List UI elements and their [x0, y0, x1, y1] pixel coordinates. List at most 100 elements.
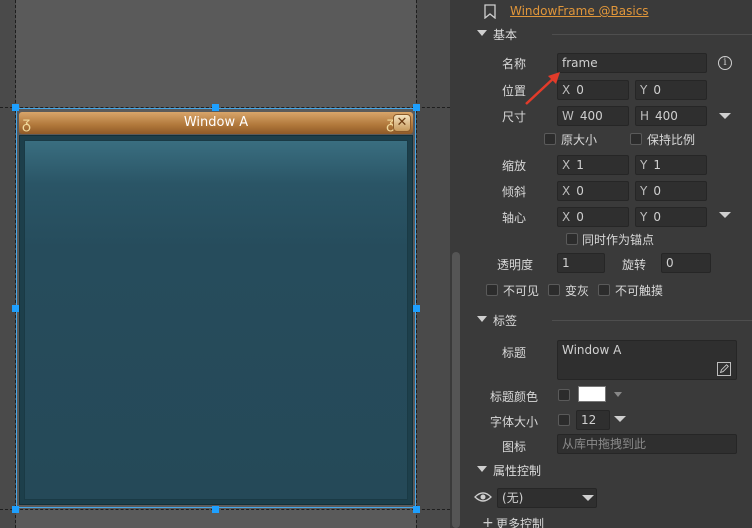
- scale-y-input[interactable]: Y1: [635, 155, 707, 175]
- collapse-arrow-icon[interactable]: [477, 466, 487, 472]
- icon-label: 图标: [502, 440, 527, 454]
- pivot-x-value: 0: [576, 210, 584, 224]
- resize-handle-bottom-left[interactable]: [12, 506, 19, 513]
- pivot-y-axis: Y: [640, 210, 648, 224]
- size-h-axis: H: [640, 109, 650, 123]
- resize-handle-top-left[interactable]: [12, 104, 19, 111]
- invisible-label: 不可见: [503, 284, 540, 298]
- stage-canvas[interactable]: ᵹ Window A ᵹ ✕: [0, 0, 462, 528]
- size-w-value: 400: [579, 109, 603, 123]
- position-x-input[interactable]: X0: [557, 80, 629, 100]
- scale-x-value: 1: [576, 158, 584, 172]
- scale-y-value: 1: [653, 158, 661, 172]
- scale-x-input[interactable]: X1: [557, 155, 629, 175]
- position-x-axis: X: [562, 83, 571, 97]
- resize-handle-top-right[interactable]: [413, 104, 420, 111]
- section-basic-header[interactable]: 基本: [462, 25, 752, 43]
- resize-handle-bottom-right[interactable]: [413, 506, 420, 513]
- window-title-bar[interactable]: ᵹ Window A ᵹ ✕: [19, 112, 413, 134]
- skew-label: 倾斜: [502, 185, 527, 199]
- skew-x-input[interactable]: X0: [557, 181, 629, 201]
- size-w-input[interactable]: W 400: [557, 106, 629, 126]
- name-input[interactable]: frame: [557, 53, 707, 73]
- title-color-checkbox[interactable]: [558, 389, 570, 401]
- section-divider: [552, 320, 752, 321]
- pivot-label: 轴心: [502, 211, 527, 225]
- rotation-input[interactable]: 0: [661, 253, 711, 273]
- gear-chevron-down-icon[interactable]: [582, 495, 594, 501]
- scale-y-axis: Y: [640, 158, 648, 172]
- scale-x-axis: X: [562, 158, 571, 172]
- font-size-chevron-down-icon[interactable]: [614, 416, 626, 422]
- skew-x-axis: X: [562, 184, 571, 198]
- keep-ratio-checkbox[interactable]: [630, 133, 642, 145]
- alpha-label: 透明度: [497, 258, 534, 272]
- size-menu-chevron-down-icon[interactable]: [719, 113, 731, 119]
- inspector-header: WindowFrame @Basics: [462, 0, 752, 24]
- canvas-scrollbar-thumb[interactable]: [452, 252, 460, 528]
- untouchable-checkbox[interactable]: [598, 284, 610, 296]
- font-size-checkbox[interactable]: [558, 414, 570, 426]
- icon-drop-field[interactable]: 从库中拖拽到此: [557, 434, 737, 454]
- info-icon[interactable]: i: [718, 56, 732, 70]
- invisible-checkbox[interactable]: [486, 284, 498, 296]
- plus-icon[interactable]: +: [482, 516, 494, 528]
- skew-y-input[interactable]: Y0: [635, 181, 707, 201]
- font-size-input[interactable]: 12: [576, 410, 610, 430]
- section-label-title: 标签: [493, 314, 518, 328]
- size-h-value: 400: [655, 109, 678, 123]
- window-close-button[interactable]: ✕: [393, 114, 411, 132]
- alpha-input[interactable]: 1: [557, 253, 605, 273]
- section-property-control-header[interactable]: 属性控制: [462, 461, 752, 479]
- pivot-y-value: 0: [653, 210, 661, 224]
- title-color-label: 标题颜色: [490, 390, 539, 404]
- section-divider: [552, 34, 752, 35]
- original-size-label: 原大小: [561, 133, 598, 147]
- title-textarea[interactable]: Window A: [557, 340, 737, 380]
- resize-handle-bottom[interactable]: [212, 506, 219, 513]
- pivot-menu-chevron-down-icon[interactable]: [719, 212, 731, 218]
- position-y-axis: Y: [640, 83, 648, 97]
- gray-label: 变灰: [565, 284, 590, 298]
- title-label: 标题: [502, 346, 527, 360]
- pivot-y-input[interactable]: Y0: [635, 207, 707, 227]
- position-y-value: 0: [653, 83, 661, 97]
- bookmark-icon: [484, 4, 496, 19]
- more-control-label[interactable]: 更多控制: [496, 515, 544, 528]
- color-chevron-down-icon[interactable]: [614, 392, 622, 397]
- component-link[interactable]: WindowFrame @Basics: [510, 4, 649, 18]
- skew-y-value: 0: [653, 184, 661, 198]
- position-x-value: 0: [576, 83, 584, 97]
- untouchable-label: 不可触摸: [615, 284, 664, 298]
- edit-icon[interactable]: [717, 362, 731, 376]
- section-label-header[interactable]: 标签: [462, 311, 752, 329]
- guide-bottom: [0, 509, 450, 510]
- canvas-scrollbar[interactable]: [450, 0, 462, 528]
- inspector-panel: WindowFrame @Basics 基本 名称 frame i 位置 X0 …: [462, 0, 752, 528]
- guide-right: [416, 0, 417, 528]
- pivot-x-input[interactable]: X0: [557, 207, 629, 227]
- scale-label: 缩放: [502, 159, 527, 173]
- window-body: [19, 135, 413, 505]
- resize-handle-top[interactable]: [212, 104, 219, 111]
- position-label: 位置: [502, 84, 527, 98]
- editor-root: ᵹ Window A ᵹ ✕ WindowFrame @Basics 基本 名称…: [0, 0, 752, 528]
- resize-handle-left[interactable]: [12, 305, 19, 312]
- collapse-arrow-icon[interactable]: [477, 30, 487, 36]
- skew-y-axis: Y: [640, 184, 648, 198]
- window-frame-preview[interactable]: ᵹ Window A ᵹ ✕: [16, 108, 416, 508]
- section-basic-title: 基本: [493, 28, 518, 42]
- size-h-input[interactable]: H 400: [635, 106, 707, 126]
- position-y-input[interactable]: Y0: [635, 80, 707, 100]
- title-color-swatch[interactable]: [578, 386, 606, 402]
- size-label: 尺寸: [502, 110, 527, 124]
- gray-checkbox[interactable]: [548, 284, 560, 296]
- collapse-arrow-icon[interactable]: [477, 316, 487, 322]
- font-size-label: 字体大小: [490, 415, 539, 429]
- window-title-text: Window A: [183, 115, 249, 130]
- original-size-checkbox[interactable]: [544, 133, 556, 145]
- eye-icon[interactable]: [474, 490, 492, 504]
- anchor-checkbox[interactable]: [566, 233, 578, 245]
- keep-ratio-label: 保持比例: [647, 133, 696, 147]
- resize-handle-right[interactable]: [413, 305, 420, 312]
